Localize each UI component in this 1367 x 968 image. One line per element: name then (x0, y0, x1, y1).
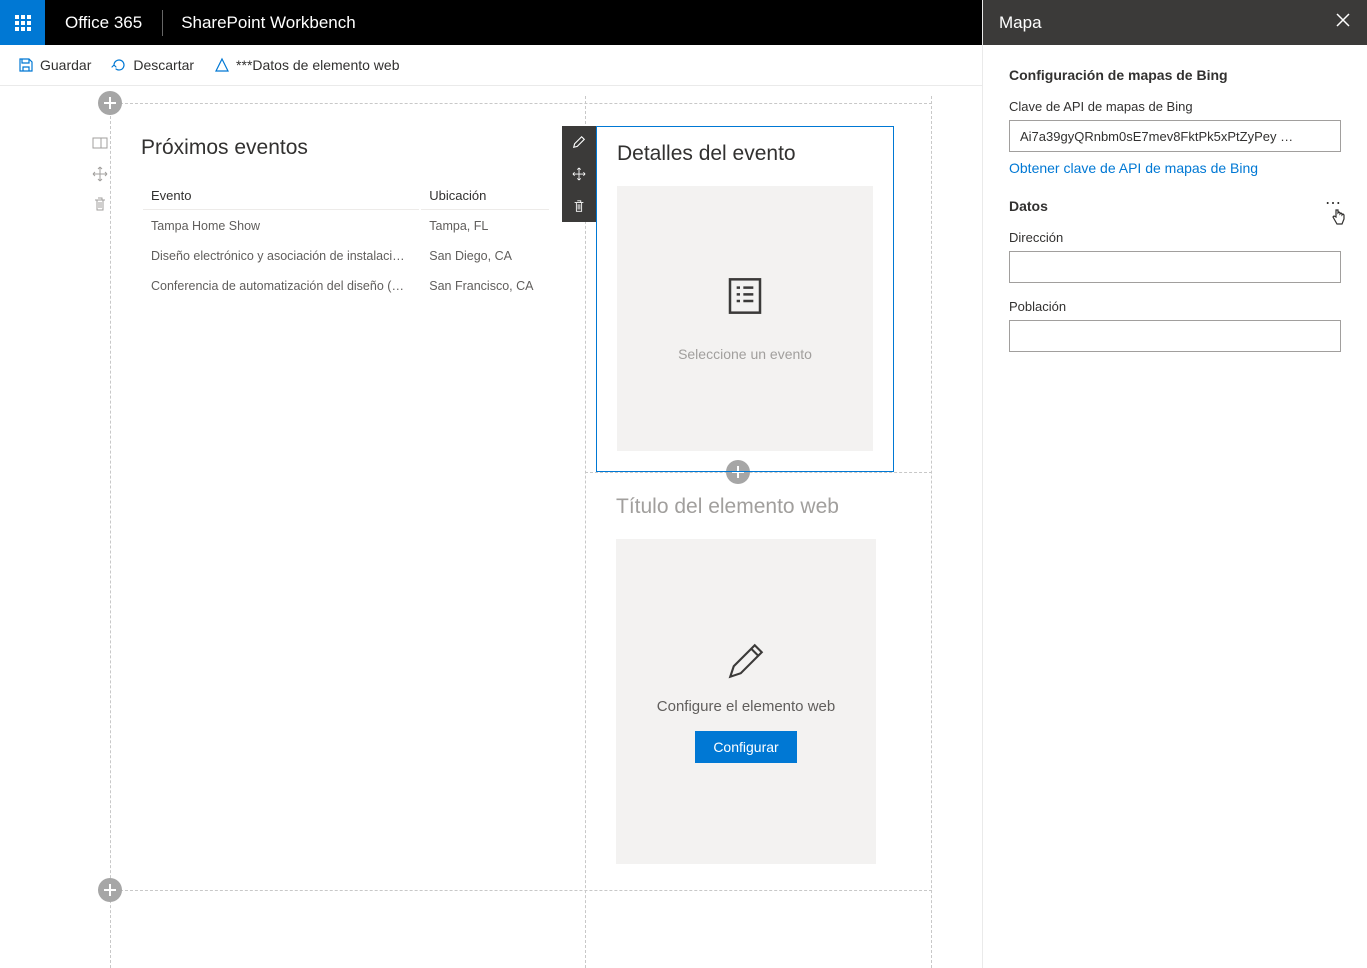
webpart-title[interactable]: Detalles del evento (617, 142, 873, 166)
discard-button[interactable]: Descartar (111, 57, 194, 73)
placeholder-text: Configure el elemento web (627, 698, 865, 715)
add-section-button[interactable] (98, 91, 122, 115)
waffle-icon (15, 15, 31, 31)
empty-state: Seleccione un evento (617, 186, 873, 451)
cursor-pointer-icon (1330, 208, 1346, 229)
address-input[interactable] (1009, 251, 1341, 283)
event-cell: Diseño electrónico y asociación de insta… (143, 242, 419, 270)
move-icon (572, 167, 586, 181)
save-button[interactable]: Guardar (18, 57, 91, 73)
move-icon[interactable] (92, 166, 108, 182)
app-label: SharePoint Workbench (163, 13, 374, 33)
table-row[interactable]: Tampa Home ShowTampa, FL (143, 212, 549, 240)
event-cell: Conferencia de automatización del diseño… (143, 272, 419, 300)
delete-icon[interactable] (92, 196, 108, 212)
undo-icon (111, 57, 127, 73)
upcoming-events-webpart: Próximos eventos Evento Ubicación Tampa … (121, 126, 571, 312)
save-icon (18, 57, 34, 73)
city-input[interactable] (1009, 320, 1341, 352)
col-header-location[interactable]: Ubicación (421, 182, 549, 210)
field-label: Dirección (1009, 230, 1341, 245)
table-row[interactable]: Diseño electrónico y asociación de insta… (143, 242, 549, 270)
webpart-toolbar (562, 126, 596, 222)
field-label: Clave de API de mapas de Bing (1009, 99, 1341, 114)
brand-label[interactable]: Office 365 (45, 10, 163, 36)
pencil-icon (725, 640, 767, 682)
configure-button[interactable]: Configurar (695, 731, 796, 763)
pencil-icon (572, 135, 586, 149)
edit-webpart-button[interactable] (562, 126, 596, 158)
warning-icon (214, 57, 230, 73)
placeholder-text: Seleccione un evento (678, 346, 812, 362)
cmd-label: Guardar (40, 57, 91, 73)
map-webpart: Título del elemento web Configure el ele… (596, 491, 896, 874)
bing-api-key-input[interactable] (1009, 120, 1341, 152)
section-layout-icon[interactable] (92, 136, 108, 152)
move-webpart-button[interactable] (562, 158, 596, 190)
webpart-title-placeholder[interactable]: Título del elemento web (616, 495, 876, 519)
location-cell: Tampa, FL (421, 212, 549, 240)
field-label: Población (1009, 299, 1341, 314)
close-icon (1335, 12, 1351, 28)
webpart-data-button[interactable]: ***Datos de elemento web (214, 57, 399, 73)
event-cell: Tampa Home Show (143, 212, 419, 240)
event-details-webpart[interactable]: Detalles del evento Seleccione un evento (596, 126, 894, 472)
location-cell: San Francisco, CA (421, 272, 549, 300)
section-heading: Datos (1009, 198, 1341, 214)
panel-title: Mapa (999, 13, 1042, 33)
table-row[interactable]: Conferencia de automatización del diseño… (143, 272, 549, 300)
list-icon (725, 276, 765, 316)
location-cell: San Diego, CA (421, 242, 549, 270)
add-section-button[interactable] (98, 878, 122, 902)
app-launcher-button[interactable] (0, 0, 45, 45)
trash-icon (572, 199, 586, 213)
section-heading: Configuración de mapas de Bing (1009, 67, 1341, 83)
cmd-label: ***Datos de elemento web (236, 57, 399, 73)
cmd-label: Descartar (133, 57, 194, 73)
webpart-title[interactable]: Próximos eventos (141, 136, 551, 160)
property-panel: Mapa Configuración de mapas de Bing Clav… (982, 0, 1367, 968)
configure-placeholder: Configure el elemento web Configurar (616, 539, 876, 864)
events-table: Evento Ubicación Tampa Home ShowTampa, F… (141, 180, 551, 302)
col-header-event[interactable]: Evento (143, 182, 419, 210)
get-api-key-link[interactable]: Obtener clave de API de mapas de Bing (1009, 160, 1258, 176)
close-panel-button[interactable] (1335, 12, 1351, 33)
delete-webpart-button[interactable] (562, 190, 596, 222)
